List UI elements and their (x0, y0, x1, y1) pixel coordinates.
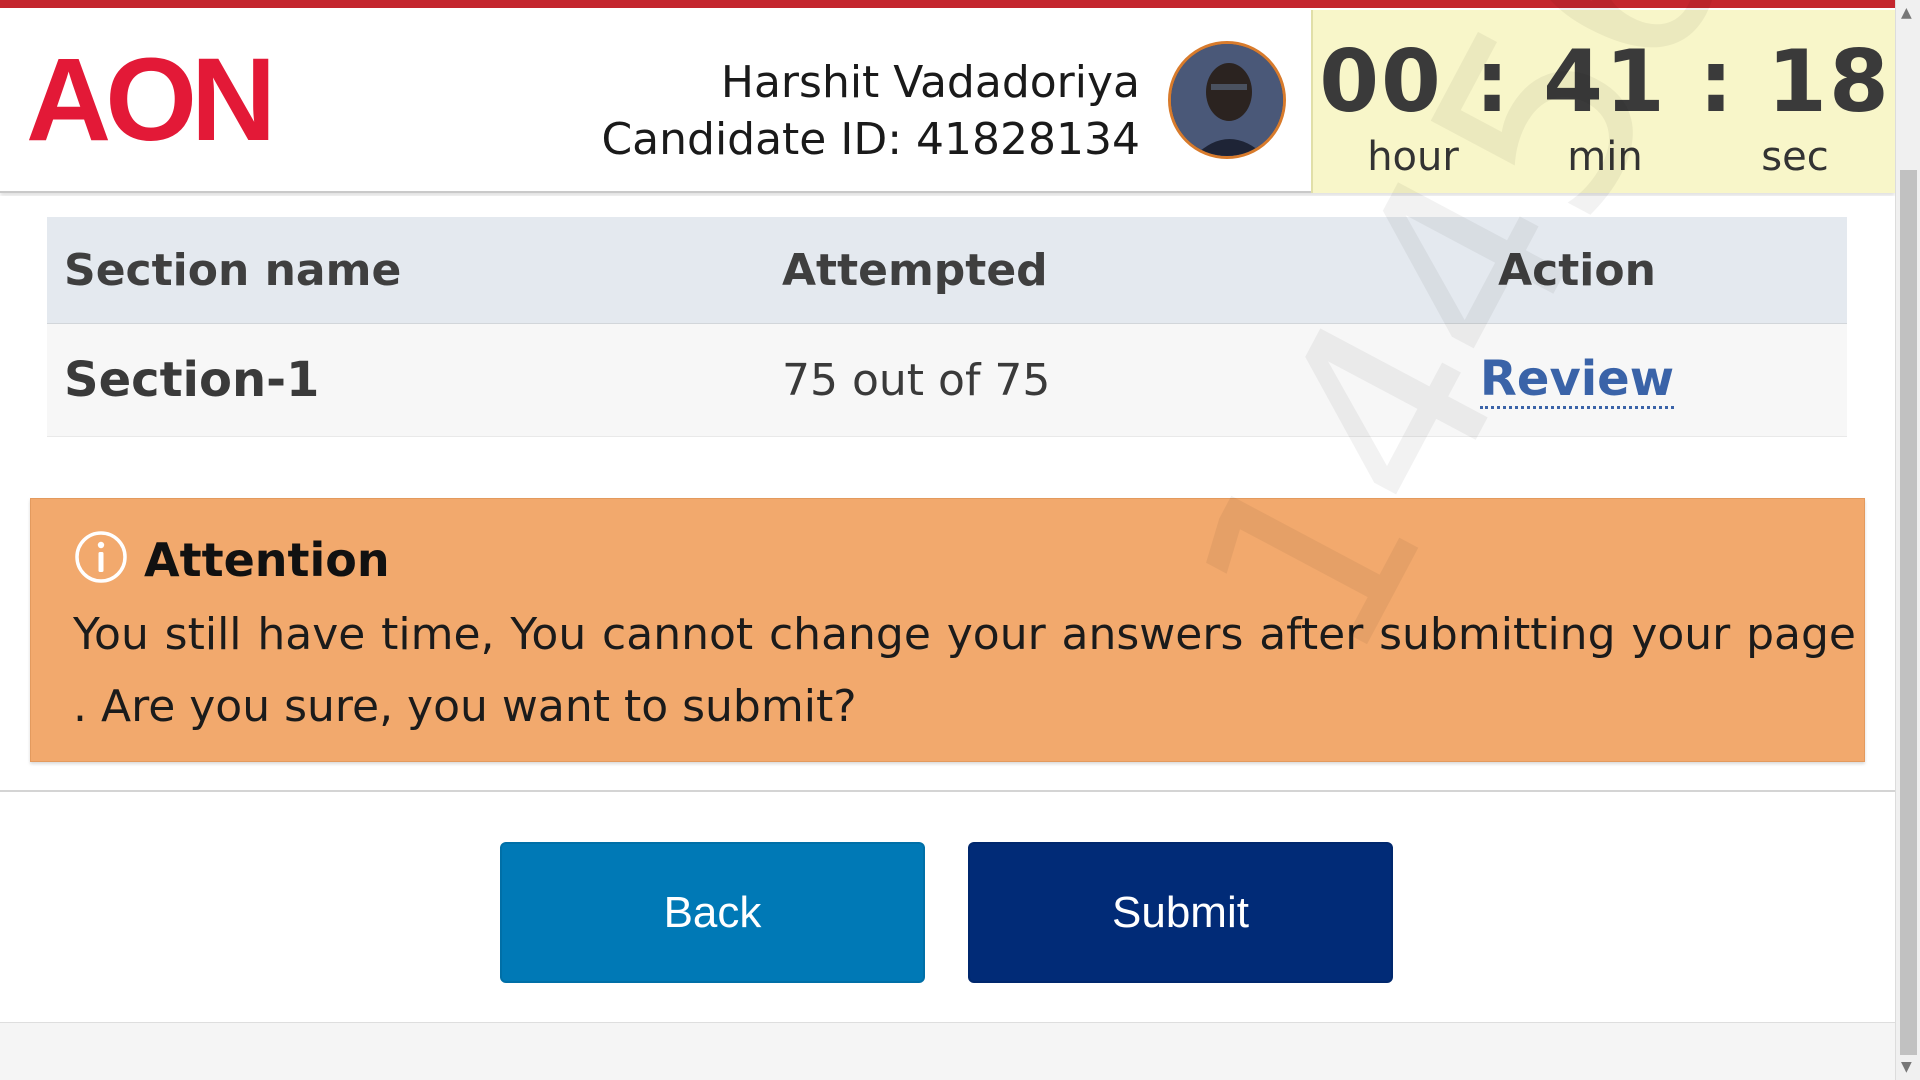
attention-title: Attention (144, 533, 390, 587)
vertical-scrollbar[interactable]: ▲ ▼ (1895, 0, 1920, 1080)
header-attempted: Attempted (782, 244, 1048, 296)
countdown-timer: 00 : 41 : 18 hour min sec (1311, 10, 1895, 193)
page-frame: AON Harshit Vadadoriya Candidate ID: 418… (0, 0, 1895, 1080)
header: AON Harshit Vadadoriya Candidate ID: 418… (0, 8, 1895, 193)
timer-digits: 00 : 41 : 18 (1319, 32, 1891, 132)
scroll-down-arrow-icon[interactable]: ▼ (1901, 1060, 1912, 1074)
top-accent-stripe (0, 0, 1895, 8)
logo-text: AON (26, 44, 270, 154)
candidate-info: Harshit Vadadoriya Candidate ID: 4182813… (601, 54, 1140, 168)
section-table: Section name Attempted Action Section-1 … (47, 217, 1847, 437)
row-section-name: Section-1 (64, 352, 320, 408)
info-circle-icon (75, 531, 127, 583)
table-header: Section name Attempted Action (47, 217, 1847, 324)
header-action: Action (1498, 244, 1656, 296)
back-button[interactable]: Back (500, 842, 925, 983)
scroll-thumb[interactable] (1900, 170, 1917, 1055)
table-row: Section-1 75 out of 75 Review (47, 324, 1847, 437)
timer-hour-label: hour (1367, 134, 1459, 180)
candidate-name: Harshit Vadadoriya (720, 57, 1140, 108)
aon-logo: AON (26, 44, 276, 154)
scroll-up-arrow-icon[interactable]: ▲ (1901, 6, 1912, 20)
review-link[interactable]: Review (1479, 352, 1675, 409)
timer-sec-label: sec (1761, 134, 1829, 180)
submit-button[interactable]: Submit (968, 842, 1393, 983)
footer-strip (0, 1022, 1895, 1080)
candidate-id: Candidate ID: 41828134 (601, 114, 1140, 165)
webcam-photo (1171, 44, 1283, 156)
avatar (1168, 41, 1286, 159)
row-attempted: 75 out of 75 (782, 354, 1051, 406)
timer-min-label: min (1567, 134, 1643, 180)
row-action-cell: Review (1462, 324, 1692, 436)
attention-alert: Attention You still have time, You canno… (30, 498, 1865, 762)
attention-message: You still have time, You cannot change y… (73, 609, 1856, 732)
header-section-name: Section name (64, 244, 402, 296)
section-summary-card: Section name Attempted Action Section-1 … (0, 196, 1895, 792)
